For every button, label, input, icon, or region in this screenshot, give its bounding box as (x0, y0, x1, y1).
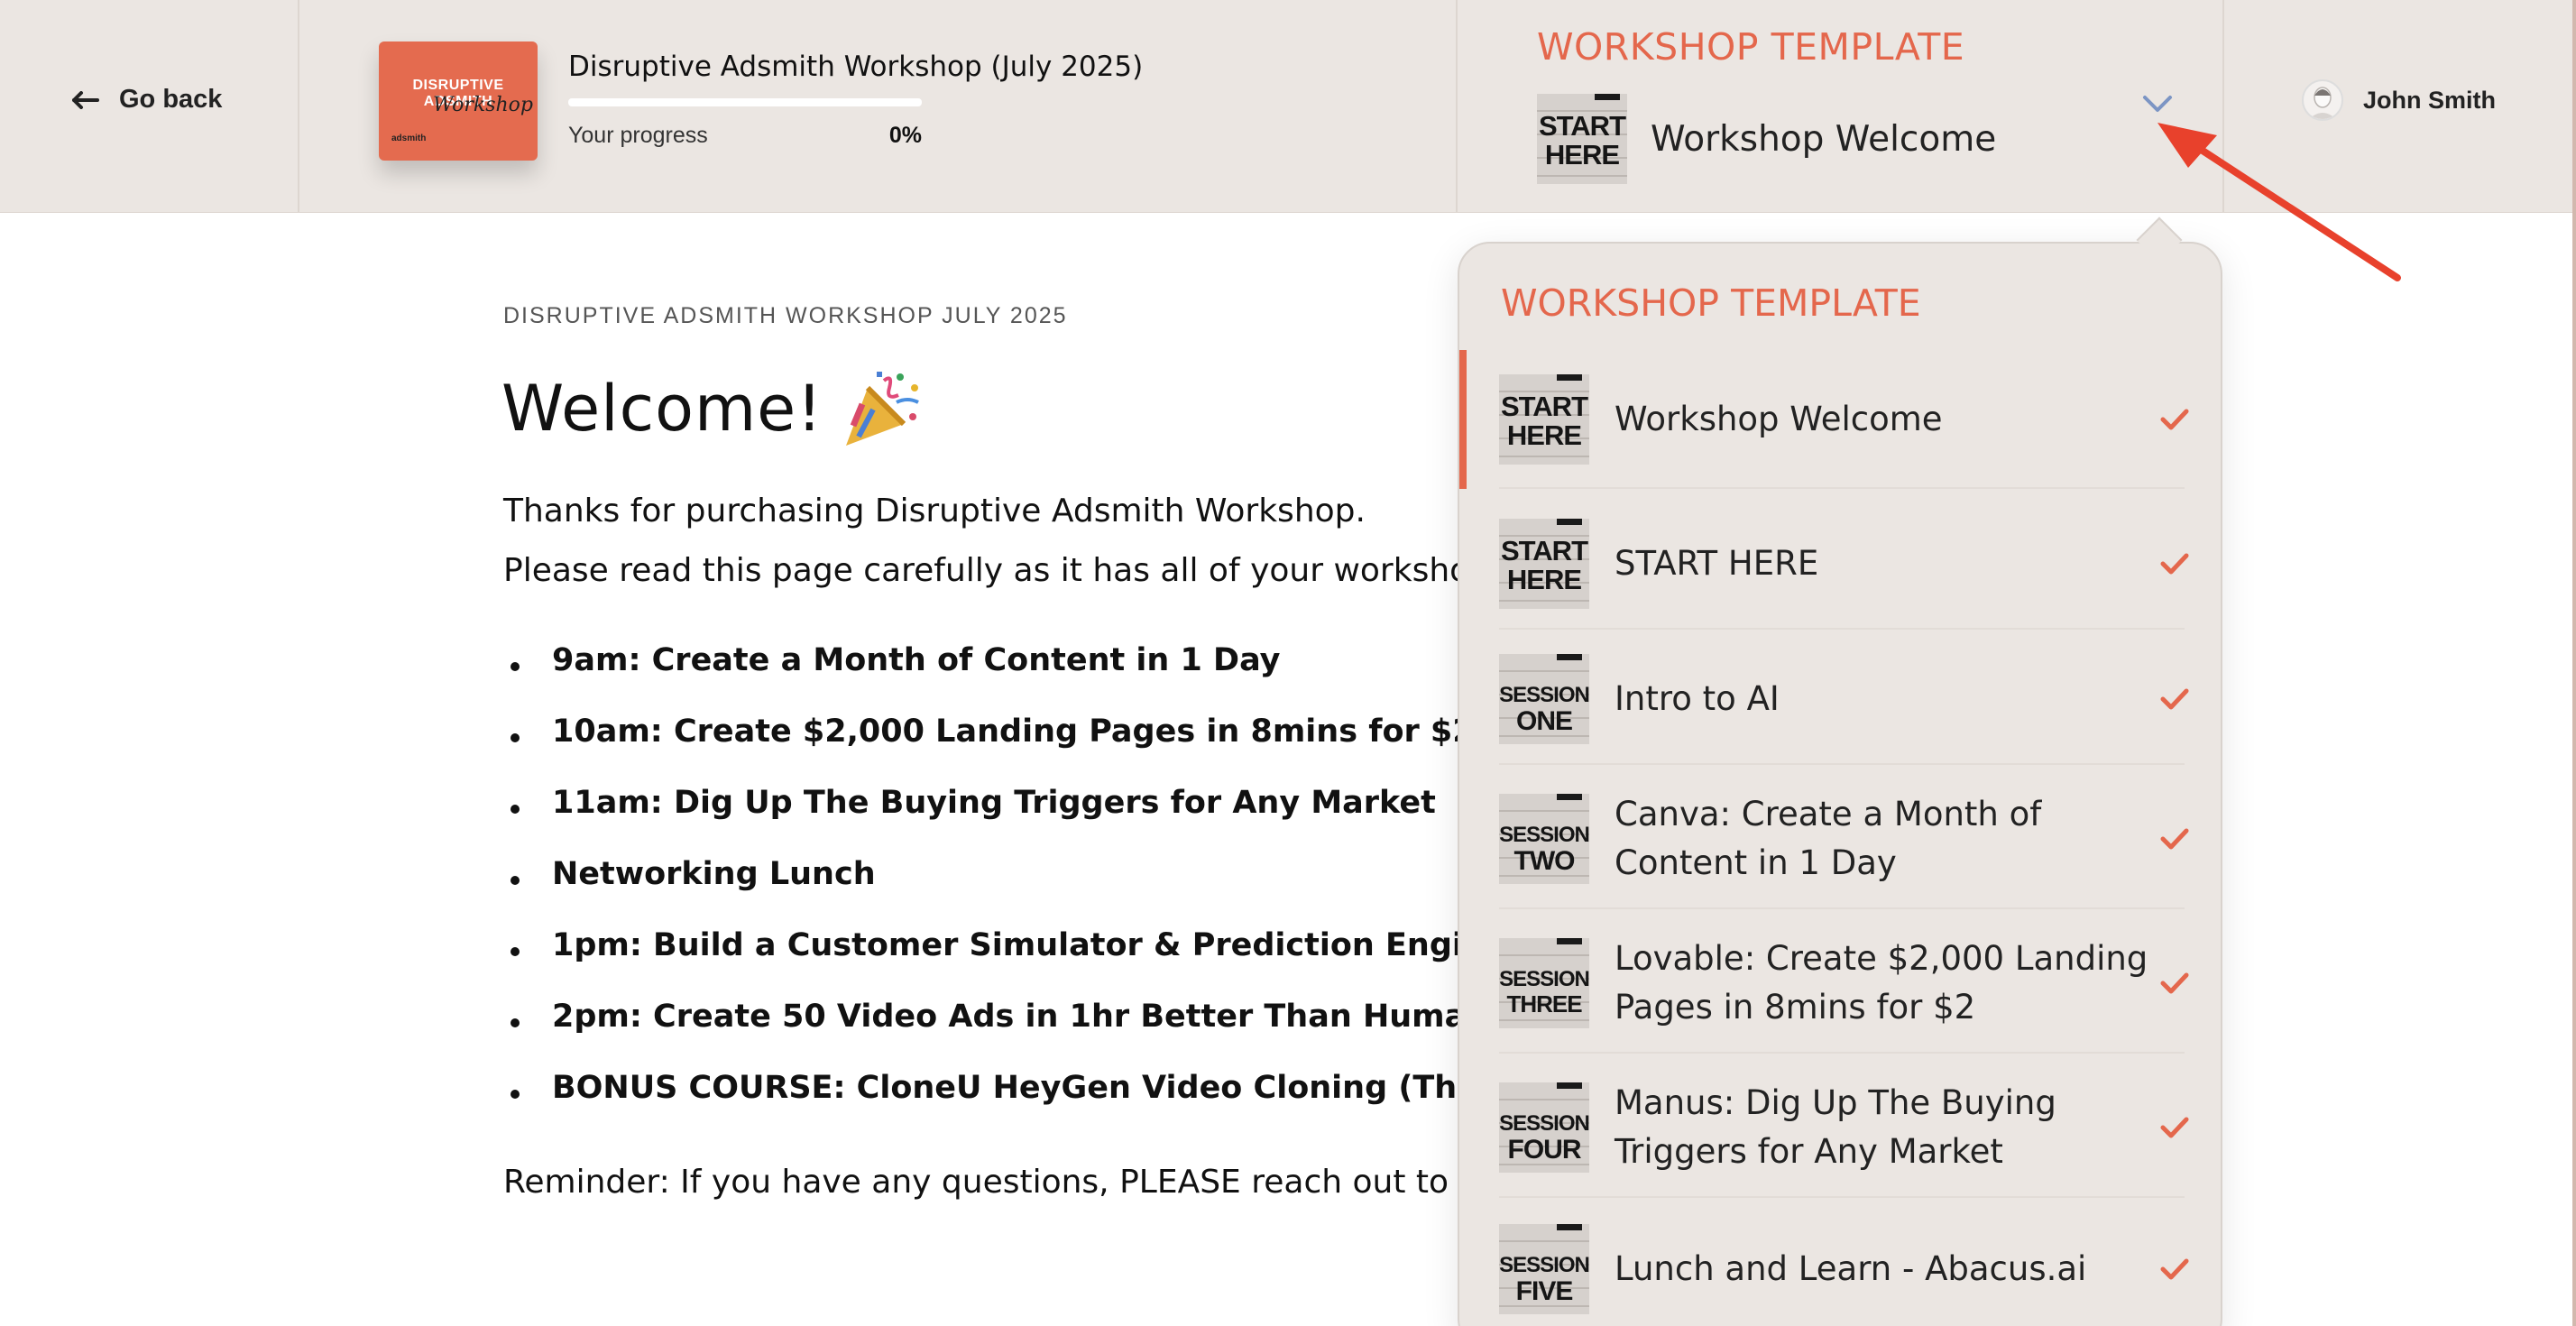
stamp-line-1: SESSION (1499, 967, 1589, 991)
thumb-logo: adsmith (391, 134, 427, 143)
stamp-line-2: HERE (1506, 419, 1582, 451)
page-heading: Welcome! (501, 372, 823, 446)
lesson-title: Canva: Create a Month of Content in 1 Da… (1615, 795, 2042, 882)
stamp-line-1: SESSION (1499, 823, 1589, 847)
stamp-line-1: START (1538, 110, 1626, 142)
page-title: Welcome! (501, 368, 924, 449)
lesson-selector[interactable]: START HERE Workshop Welcome (1537, 94, 1996, 184)
lesson-thumbnail: START HERE (1499, 374, 1589, 465)
stamp-line-2: THREE (1506, 990, 1582, 1018)
stamp-line-2: ONE (1515, 706, 1573, 736)
lesson-title: Manus: Dig Up The Buying Triggers for An… (1615, 1083, 2056, 1171)
current-lesson-label: Workshop Welcome (1651, 118, 1997, 160)
reminder-text: Reminder: If you have any questions, PLE… (503, 1164, 1497, 1201)
schedule-item: 2pm: Create 50 Video Ads in 1hr Better T… (503, 999, 1595, 1070)
lesson-title: Workshop Welcome (1615, 400, 1943, 438)
lesson-item[interactable]: SESSION TWO Canva: Create a Month of Conte… (1459, 769, 2221, 909)
go-back-label: Go back (119, 85, 223, 114)
check-icon (2160, 409, 2189, 430)
header-divider (1456, 0, 1458, 213)
stamp-line-1: SESSION (1499, 683, 1589, 707)
lesson-item[interactable]: SESSION FOUR Manus: Dig Up The Buying Trig… (1459, 1057, 2221, 1198)
progress-label: Your progress (568, 123, 708, 148)
dropdown-title: WORKSHOP TEMPLATE (1501, 281, 1921, 325)
lesson-thumbnail: START HERE (1537, 94, 1627, 184)
schedule-item: BONUS COURSE: CloneU HeyGen Video Clonin… (503, 1070, 1595, 1141)
schedule-item: 11am: Dig Up The Buying Triggers for Any… (503, 785, 1595, 856)
header-divider (298, 0, 299, 213)
lesson-thumbnail: SESSION FOUR (1499, 1082, 1589, 1173)
stamp-line-2: FOUR (1507, 1135, 1582, 1165)
schedule-item: 1pm: Build a Customer Simulator & Predic… (503, 927, 1595, 999)
lesson-divider (1499, 487, 2185, 489)
course-thumbnail[interactable]: DISRUPTIVE ADSMITH Workshop adsmith (379, 41, 538, 161)
active-indicator (1459, 350, 1467, 489)
lesson-title: Lovable: Create $2,000 Landing Pages in … (1615, 939, 2148, 1027)
template-heading: WORKSHOP TEMPLATE (1537, 25, 1965, 69)
lesson-divider (1499, 628, 2185, 630)
header-divider (2222, 0, 2224, 213)
schedule-item: 9am: Create a Month of Content in 1 Day (503, 642, 1595, 714)
stamp-line-1: SESSION (1499, 1111, 1589, 1136)
lesson-item[interactable]: SESSION ONE Intro to AI (1459, 633, 2221, 765)
stamp-line-2: HERE (1506, 564, 1582, 595)
stamp-line-2: HERE (1544, 139, 1620, 170)
top-header: Go back DISRUPTIVE ADSMITH Workshop adsm… (0, 0, 2576, 213)
lesson-divider (1499, 763, 2185, 765)
check-icon (2160, 828, 2189, 850)
arrow-left-icon (72, 90, 99, 109)
app-root: Go back DISRUPTIVE ADSMITH Workshop adsm… (0, 0, 2576, 1326)
lesson-thumbnail: START HERE (1499, 519, 1589, 609)
lesson-thumbnail: SESSION ONE (1499, 654, 1589, 744)
check-icon (2160, 972, 2189, 994)
stamp-line-2: FIVE (1515, 1276, 1574, 1306)
lesson-dropdown: WORKSHOP TEMPLATE START HERE Workshop Welc… (1458, 242, 2222, 1326)
party-popper-icon (846, 372, 920, 446)
check-icon (2160, 688, 2189, 710)
stamp-line-1: SESSION (1499, 1253, 1589, 1277)
user-menu[interactable]: John Smith (2302, 79, 2496, 121)
lesson-item[interactable]: START HERE START HERE (1459, 498, 2221, 630)
schedule-list: 9am: Create a Month of Content in 1 Day 1… (503, 642, 1595, 1141)
intro-paragraph: Thanks for purchasing Disruptive Adsmith… (503, 493, 1366, 529)
chevron-down-icon[interactable] (2141, 90, 2174, 117)
intro-paragraph-2: Please read this page carefully as it ha… (503, 552, 1470, 589)
lesson-item[interactable]: SESSION THREE Lovable: Create $2,000 Landi… (1459, 913, 2221, 1054)
lesson-divider (1499, 1196, 2185, 1198)
lesson-title: Lunch and Learn - Abacus.ai (1615, 1249, 2087, 1288)
lesson-title: START HERE (1615, 544, 1819, 583)
lesson-divider (1499, 1052, 2185, 1054)
lesson-title: Intro to AI (1615, 679, 1780, 718)
schedule-item: 10am: Create $2,000 Landing Pages in 8mi… (503, 714, 1595, 785)
go-back-button[interactable]: Go back (72, 85, 222, 115)
user-avatar-icon (2302, 79, 2343, 121)
schedule-item: Networking Lunch (503, 856, 1595, 927)
lesson-thumbnail: SESSION THREE (1499, 938, 1589, 1028)
lesson-item[interactable]: START HERE Workshop Welcome (1459, 350, 2221, 489)
check-icon (2160, 553, 2189, 575)
stamp-line-1: START (1500, 391, 1588, 422)
lesson-thumbnail: SESSION FIVE (1499, 1224, 1589, 1314)
page-kicker: DISRUPTIVE ADSMITH WORKSHOP JULY 2025 (503, 303, 1068, 328)
stamp-line-2: TWO (1513, 846, 1576, 876)
thumb-subtitle: Workshop (433, 94, 533, 116)
lesson-thumbnail: SESSION TWO (1499, 794, 1589, 884)
check-icon (2160, 1117, 2189, 1138)
user-name: John Smith (2363, 86, 2496, 114)
progress-percent: 0% (888, 123, 922, 148)
course-title: Disruptive Adsmith Workshop (July 2025) (568, 51, 1144, 83)
lesson-item[interactable]: SESSION FIVE Lunch and Learn - Abacus.ai (1459, 1203, 2221, 1326)
lesson-divider (1499, 907, 2185, 909)
check-icon (2160, 1258, 2189, 1280)
page-edge (2572, 0, 2576, 1326)
progress-bar (568, 98, 922, 106)
stamp-line-1: START (1500, 535, 1588, 566)
